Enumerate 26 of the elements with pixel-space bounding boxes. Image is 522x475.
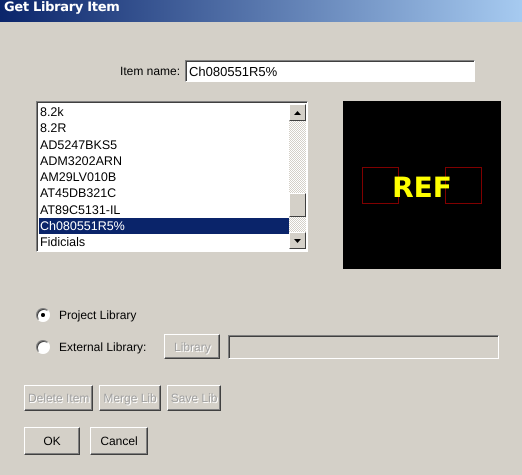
item-name-label: Item name:: [120, 64, 180, 78]
list-item[interactable]: 8.2R: [39, 120, 289, 137]
radio-label: Project Library: [59, 308, 136, 322]
list-item[interactable]: ADM3202ARN: [39, 152, 289, 170]
list-box[interactable]: 8.2k 8.2R AD5247BKS5 ADM3202ARN AM29LV010B AT45DB321C AT89C5131-IL Ch080551R5% Fidicials: [36, 101, 308, 252]
radio-label: External Library:: [59, 340, 146, 354]
down-arrow-icon: [294, 238, 301, 242]
scrollbar[interactable]: [289, 104, 306, 249]
scroll-down-button[interactable]: [289, 232, 306, 249]
up-arrow-icon: [294, 110, 301, 114]
window-title: Get Library Item: [4, 0, 120, 15]
list-item[interactable]: Ch080551R5%: [39, 218, 289, 234]
list-item[interactable]: AT45DB321C: [39, 185, 289, 202]
ok-button[interactable]: OK: [24, 427, 80, 455]
item-name-field[interactable]: Ch080551R5%: [185, 60, 476, 82]
scroll-up-button[interactable]: [289, 104, 306, 121]
radio-button[interactable]: [36, 340, 50, 354]
list-item[interactable]: AD5247BKS5: [39, 136, 289, 153]
radio-button[interactable]: [36, 308, 50, 322]
scroll-thumb[interactable]: [289, 193, 306, 217]
cancel-button[interactable]: Cancel: [90, 427, 148, 455]
list-item[interactable]: 8.2k: [39, 104, 289, 120]
list-item[interactable]: AM29LV010B: [39, 169, 289, 186]
reference-label: REF: [392, 171, 452, 204]
list-item[interactable]: Fidicials: [39, 234, 289, 249]
list-item[interactable]: AT89C5131-IL: [39, 202, 289, 218]
